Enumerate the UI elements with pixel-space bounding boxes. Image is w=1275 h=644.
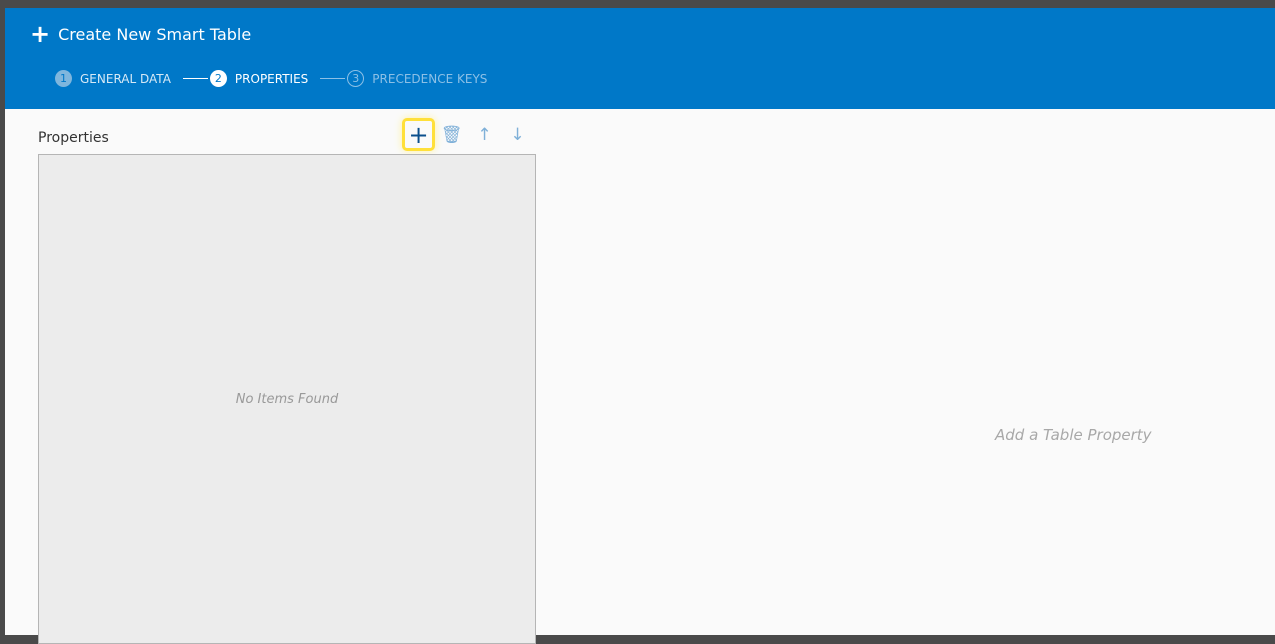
dialog-title: + Create New Smart Table (30, 22, 251, 46)
step-connector (182, 78, 208, 79)
step-connector (320, 78, 346, 79)
properties-title: Properties (38, 130, 109, 146)
dialog-header: + Create New Smart Table 1 GENERAL DATA … (5, 8, 1275, 109)
step-properties[interactable]: PROPERTIES (235, 72, 308, 86)
step-precedence-keys[interactable]: PRECEDENCE KEYS (372, 72, 487, 86)
step-2-circle[interactable]: 2 (209, 70, 227, 87)
empty-list-text: No Items Found (235, 391, 339, 407)
properties-list[interactable]: No Items Found (38, 154, 536, 644)
delete-icon[interactable]: 🗑︎ (435, 118, 468, 151)
properties-toolbar: + 🗑︎ ↑ ↓ (402, 118, 534, 151)
step-1-circle[interactable]: 1 (55, 70, 72, 87)
create-smart-table-dialog: + Create New Smart Table 1 GENERAL DATA … (5, 8, 1275, 644)
move-down-icon[interactable]: ↓ (501, 118, 534, 151)
dialog-title-text: Create New Smart Table (58, 24, 252, 44)
plus-icon: + (30, 20, 51, 48)
detail-placeholder: Add a Table Property (995, 426, 1152, 444)
add-property-button[interactable]: + (402, 118, 435, 151)
step-3-circle[interactable]: 3 (347, 70, 365, 87)
move-up-icon[interactable]: ↑ (468, 118, 501, 151)
step-general-data[interactable]: GENERAL DATA (80, 72, 171, 86)
wizard-steps: 1 GENERAL DATA 2 PROPERTIES 3 PRECEDENCE… (55, 70, 487, 87)
